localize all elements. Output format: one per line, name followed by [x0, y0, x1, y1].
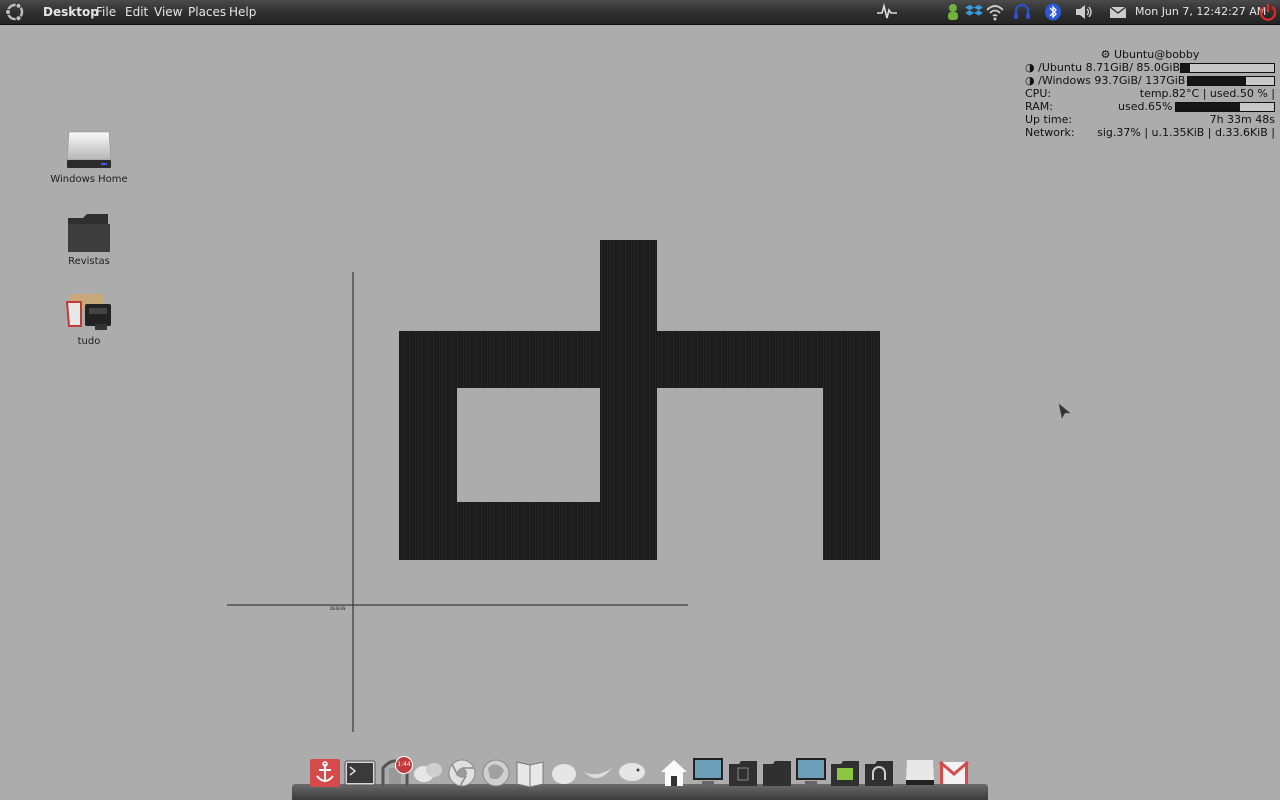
- conky-network: Network: sig.37% | u.1.35KiB | d.33.6KiB…: [1025, 126, 1275, 139]
- svg-text:DESIGN: DESIGN: [330, 606, 345, 611]
- home-icon: [661, 760, 687, 786]
- monitor-icon: [796, 758, 826, 785]
- dock-documents-folder[interactable]: [727, 756, 759, 788]
- book-icon: [516, 761, 544, 788]
- network-label: Network:: [1025, 126, 1075, 139]
- menu-places[interactable]: Places: [188, 5, 226, 19]
- menu-file[interactable]: File: [96, 5, 116, 19]
- conky-disk-ubuntu: ◑ /Ubuntu 8.71GiB/ 85.0GiB: [1025, 61, 1275, 74]
- uptime-label: Up time:: [1025, 113, 1073, 126]
- uptime-value: 7h 33m 48s: [1209, 113, 1275, 126]
- bird-icon: [619, 763, 645, 781]
- conky-system-monitor: ⚙ Ubuntu@bobby ◑ /Ubuntu 8.71GiB/ 85.0Gi…: [1025, 48, 1275, 139]
- tool-box-icon: [65, 294, 111, 330]
- monitor-icon: [693, 758, 723, 785]
- app-title: Desktop: [43, 5, 99, 19]
- dock-monitor-2[interactable]: [795, 756, 827, 788]
- desktop-icon-label: tudo: [77, 336, 101, 347]
- pidgin-icon: [552, 764, 576, 784]
- dock-terminal[interactable]: [344, 756, 376, 788]
- wallpaper-logo: [399, 240, 880, 560]
- disk-windows-label: /Windows 93.7GiB/ 137GiB: [1038, 74, 1186, 87]
- disk-ubuntu-label: /Ubuntu 8.71GiB/ 85.0GiB: [1038, 61, 1181, 74]
- dock-chat[interactable]: [412, 756, 444, 788]
- dropbox-icon[interactable]: [965, 3, 983, 21]
- dock-pidgin[interactable]: [548, 756, 580, 788]
- wifi-icon[interactable]: [985, 3, 1005, 21]
- gmail-icon: [939, 760, 969, 784]
- music-folder-icon: [865, 761, 893, 786]
- menu-edit[interactable]: Edit: [125, 5, 148, 19]
- disk-half-icon: ◑: [1025, 74, 1035, 87]
- desktop-icon-windows-home[interactable]: Windows Home: [44, 128, 134, 185]
- bluetooth-icon[interactable]: [1043, 3, 1063, 21]
- mouse-cursor-icon: [1058, 403, 1071, 419]
- dock-anchor[interactable]: [309, 756, 341, 788]
- terminal-icon: [344, 760, 376, 786]
- ram-value: used.65%: [1118, 100, 1173, 113]
- desktop-icon-tudo[interactable]: tudo: [44, 290, 134, 347]
- user-status-icon[interactable]: [945, 3, 961, 21]
- ram-bar: [1175, 102, 1275, 112]
- conky-disk-windows: ◑ /Windows 93.7GiB/ 137GiB: [1025, 74, 1275, 87]
- disk-ubuntu-bar: [1180, 63, 1275, 73]
- top-panel: Desktop File Edit View Places Help Mon J…: [0, 0, 1280, 25]
- dock-monitor[interactable]: [692, 756, 724, 788]
- clock[interactable]: Mon Jun 7, 12:42:27 AM: [1135, 5, 1266, 18]
- drive-icon: [66, 131, 112, 168]
- dock-gmail[interactable]: [938, 756, 970, 788]
- power-icon[interactable]: [1258, 2, 1278, 22]
- disk-windows-bar: [1187, 76, 1275, 86]
- dock-music-folder[interactable]: [863, 756, 895, 788]
- chrome-icon: [448, 759, 476, 787]
- conky-user: Ubuntu@bobby: [1113, 48, 1200, 61]
- notification-badge: 1:44: [395, 756, 413, 774]
- dock-firefox[interactable]: [480, 756, 512, 788]
- anchor-icon: [310, 759, 340, 787]
- chat-icon: [414, 763, 442, 782]
- conky-ubuntu-small-icon: ⚙: [1100, 48, 1111, 61]
- dock-book[interactable]: [514, 756, 546, 788]
- ram-label: RAM:: [1025, 100, 1053, 113]
- conky-ram: RAM: used.65%: [1025, 100, 1275, 113]
- documents-folder-icon: [729, 761, 757, 786]
- volume-icon[interactable]: [1074, 3, 1094, 21]
- desktop-icon-label: Revistas: [68, 256, 110, 267]
- dock-folder[interactable]: [761, 756, 793, 788]
- cpu-value: temp.82°C | used.50 % |: [1139, 87, 1275, 100]
- dock-image-folder[interactable]: [829, 756, 861, 788]
- image-folder-icon: [831, 761, 859, 786]
- conky-uptime: Up time: 7h 33m 48s: [1025, 113, 1275, 126]
- disk-half-icon: ◑: [1025, 61, 1035, 74]
- system-monitor-icon[interactable]: [876, 3, 898, 21]
- drive-icon: [906, 760, 934, 785]
- folder-icon: [68, 214, 110, 252]
- dock-chrome[interactable]: [446, 756, 478, 788]
- dock-ribbon[interactable]: [582, 756, 614, 788]
- dock-drive[interactable]: [904, 756, 936, 788]
- menu-help[interactable]: Help: [229, 5, 256, 19]
- desktop-icon-label: Windows Home: [50, 174, 128, 185]
- conky-cpu: CPU: temp.82°C | used.50 % |: [1025, 87, 1275, 100]
- menu-view[interactable]: View: [154, 5, 182, 19]
- desktop-icon-revistas[interactable]: Revistas: [44, 212, 134, 267]
- firefox-icon: [482, 759, 510, 787]
- cpu-label: CPU:: [1025, 87, 1052, 100]
- dock-home[interactable]: [658, 756, 690, 788]
- network-value: sig.37% | u.1.35KiB | d.33.6KiB |: [1097, 126, 1275, 139]
- mail-icon[interactable]: [1108, 3, 1128, 21]
- ribbon-icon: [584, 768, 612, 779]
- dock-bird[interactable]: [616, 756, 648, 788]
- headset-icon[interactable]: [1013, 3, 1031, 21]
- ubuntu-logo-icon[interactable]: [4, 1, 26, 23]
- folder-icon: [763, 761, 791, 786]
